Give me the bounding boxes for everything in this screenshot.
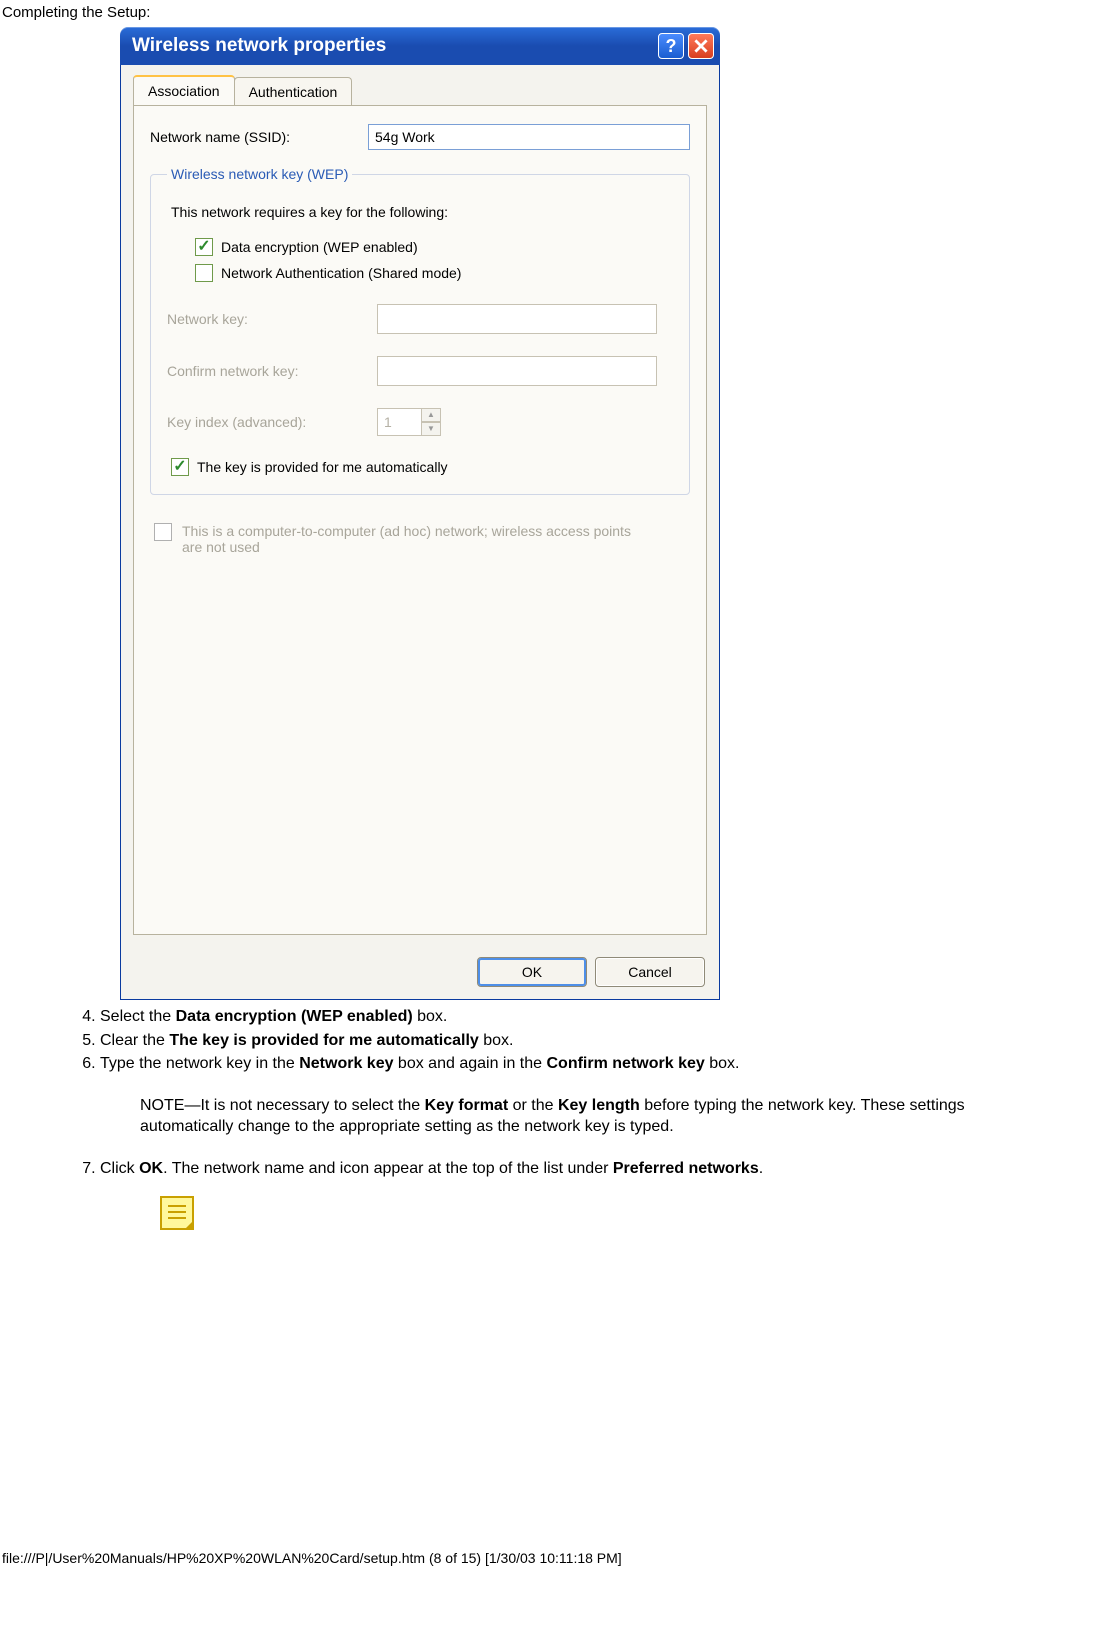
help-button[interactable]: ?: [658, 33, 684, 59]
checkbox-network-auth-label: Network Authentication (Shared mode): [221, 265, 461, 281]
step-7: Click OK. The network name and icon appe…: [100, 1158, 1058, 1180]
wep-legend: Wireless network key (WEP): [167, 166, 352, 182]
instruction-list: Select the Data encryption (WEP enabled)…: [60, 1006, 1058, 1230]
tab-authentication[interactable]: Authentication: [234, 77, 353, 107]
spinner-down-icon[interactable]: ▼: [421, 422, 441, 436]
ssid-input[interactable]: [368, 124, 690, 150]
checkbox-data-encryption-label: Data encryption (WEP enabled): [221, 239, 418, 255]
tab-panel-association: Network name (SSID): Wireless network ke…: [133, 105, 707, 935]
step-4: Select the Data encryption (WEP enabled)…: [100, 1006, 1058, 1028]
page-header: Completing the Setup:: [0, 0, 1118, 27]
confirm-key-label: Confirm network key:: [167, 363, 357, 379]
wep-requires-text: This network requires a key for the foll…: [171, 204, 673, 220]
titlebar: Wireless network properties ?: [120, 27, 720, 65]
checkbox-adhoc-label: This is a computer-to-computer (ad hoc) …: [182, 523, 642, 555]
confirm-key-input[interactable]: [377, 356, 657, 386]
step-5: Clear the The key is provided for me aut…: [100, 1030, 1058, 1052]
checkbox-auto-key[interactable]: [171, 458, 189, 476]
step-6-note: NOTE—It is not necessary to select the K…: [140, 1095, 1058, 1138]
close-icon: [694, 39, 708, 53]
tab-association[interactable]: Association: [133, 75, 235, 105]
sticky-note-icon: [160, 1196, 194, 1230]
key-index-label: Key index (advanced):: [167, 414, 357, 430]
spinner-up-icon[interactable]: ▲: [421, 408, 441, 422]
key-index-spinner[interactable]: 1 ▲ ▼: [377, 408, 441, 436]
checkbox-adhoc: [154, 523, 172, 541]
checkbox-auto-key-label: The key is provided for me automatically: [197, 459, 448, 475]
network-key-label: Network key:: [167, 311, 357, 327]
checkbox-network-auth[interactable]: [195, 264, 213, 282]
close-button[interactable]: [688, 33, 714, 59]
dialog-title: Wireless network properties: [132, 35, 654, 57]
page-footer: file:///P|/User%20Manuals/HP%20XP%20WLAN…: [0, 1550, 1118, 1566]
network-key-input[interactable]: [377, 304, 657, 334]
step-6: Type the network key in the Network key …: [100, 1053, 1058, 1138]
wep-group: Wireless network key (WEP) This network …: [150, 166, 690, 495]
tab-strip: Association Authentication: [121, 65, 719, 105]
ok-button[interactable]: OK: [477, 957, 587, 987]
dialog-window: Wireless network properties ? Associatio…: [120, 27, 720, 1000]
key-index-value: 1: [377, 408, 421, 436]
cancel-button[interactable]: Cancel: [595, 957, 705, 987]
ssid-label: Network name (SSID):: [150, 129, 350, 145]
checkbox-data-encryption[interactable]: [195, 238, 213, 256]
dialog-button-row: OK Cancel: [121, 947, 719, 999]
